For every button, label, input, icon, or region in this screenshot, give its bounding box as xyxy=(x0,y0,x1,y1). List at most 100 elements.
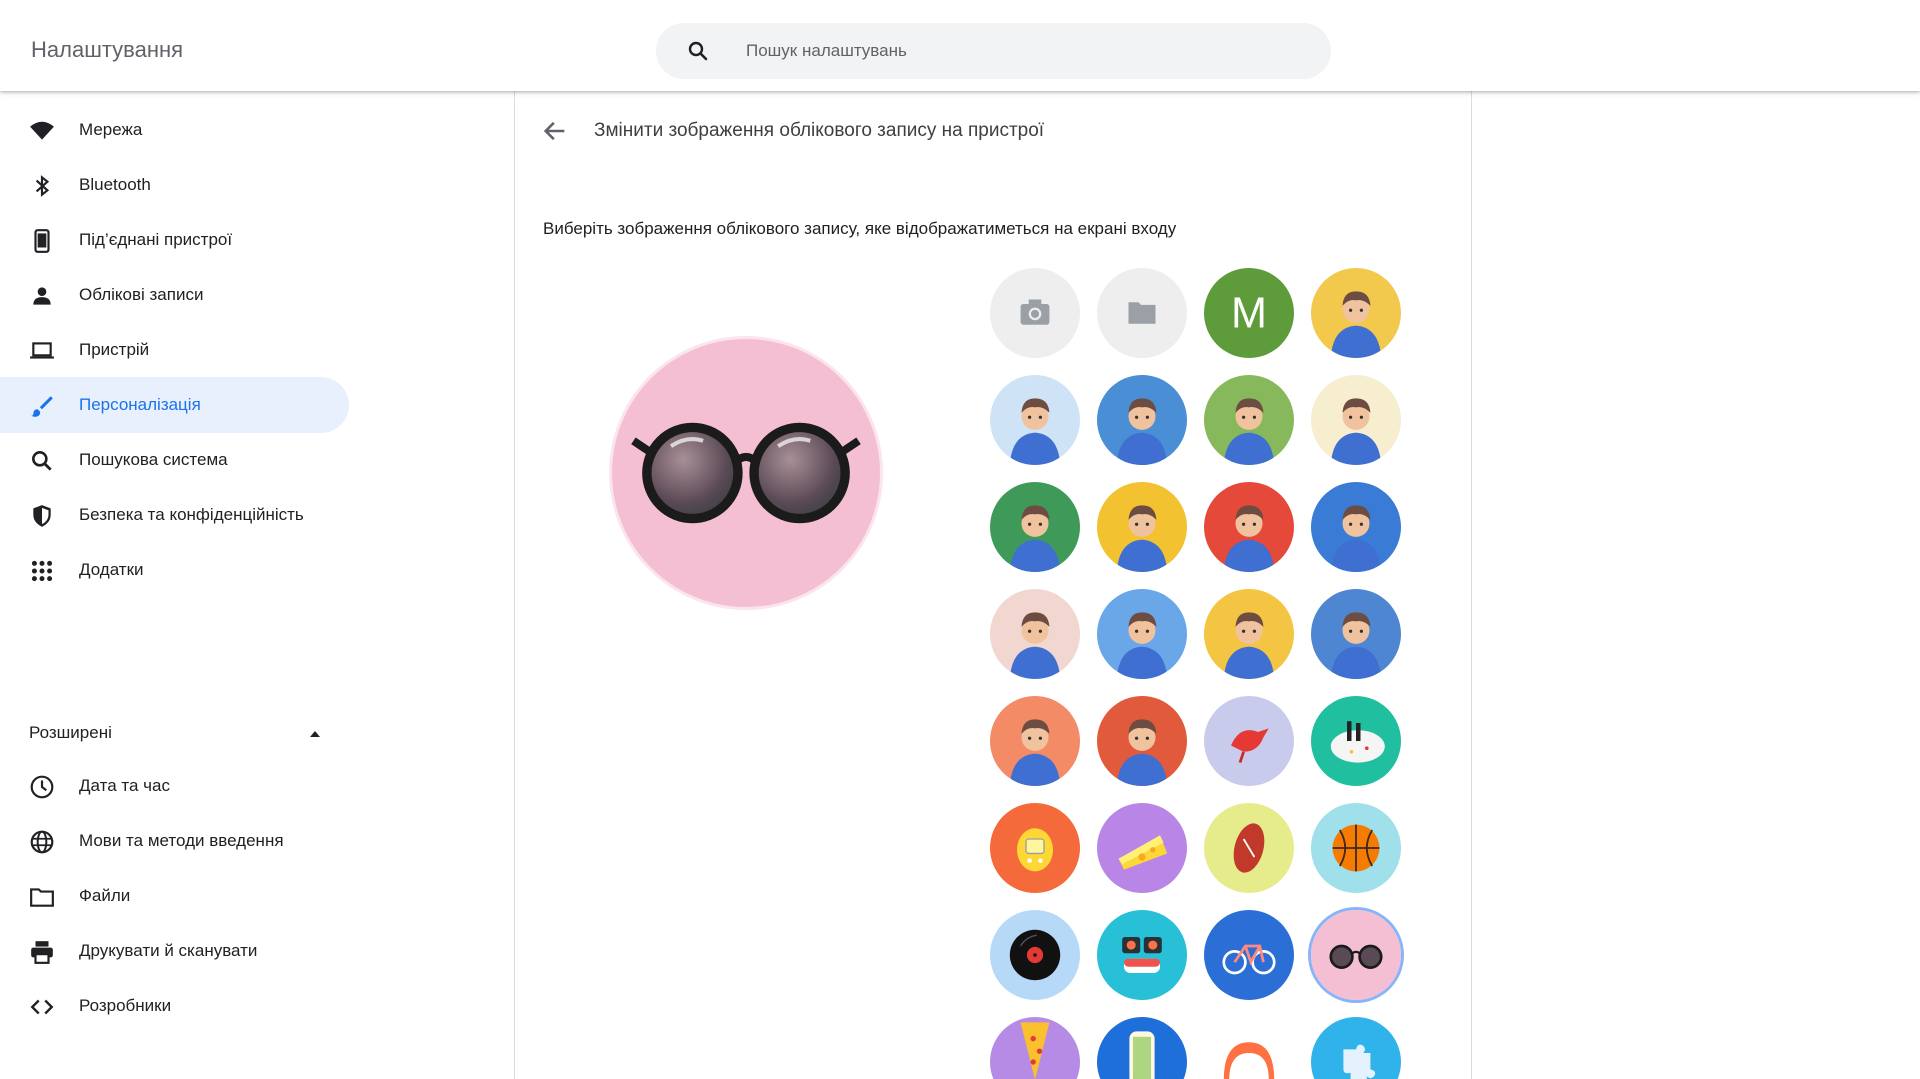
illustration-11-image xyxy=(1097,589,1187,679)
sidebar-item-device[interactable]: Пристрій xyxy=(0,322,349,378)
illustration-1-image xyxy=(1311,268,1401,358)
football-image xyxy=(1204,803,1294,893)
avatar-option-illustration-1[interactable] xyxy=(1311,268,1401,358)
brush-icon xyxy=(31,396,53,417)
illustration-4-image xyxy=(1204,375,1294,465)
avatar-option-illustration-14[interactable] xyxy=(990,696,1080,786)
avatar-option-illustration-8[interactable] xyxy=(1204,482,1294,572)
avatar-option-illustration-12[interactable] xyxy=(1204,589,1294,679)
avatar-option-illustration-3[interactable] xyxy=(1097,375,1187,465)
sidebar-item-files[interactable]: Файли xyxy=(0,868,349,924)
page-description: Виберіть зображення облікового запису, я… xyxy=(543,219,1177,238)
avatar-option-illustration-5[interactable] xyxy=(1311,375,1401,465)
sidebar-item-label: Пристрій xyxy=(79,340,150,359)
avatar-option-football[interactable] xyxy=(1204,803,1294,893)
sidebar-item-network[interactable]: Мережа xyxy=(0,102,349,158)
bird-image xyxy=(1204,696,1294,786)
sandwich-image xyxy=(1097,1017,1187,1079)
pizza-image xyxy=(990,1017,1080,1079)
avatar-option-illustration-2[interactable] xyxy=(990,375,1080,465)
sidebar-item-label: Дата та час xyxy=(79,776,170,795)
avatar-option-illustration-10[interactable] xyxy=(990,589,1080,679)
sidebar-item-languages[interactable]: Мови та методи введення xyxy=(0,813,349,869)
illustration-8-image xyxy=(1204,482,1294,572)
sidebar-item-label: Безпека та конфіденційність xyxy=(79,505,304,524)
sidebar-item-label: Файли xyxy=(79,886,131,905)
avatar-option-pizza[interactable] xyxy=(990,1017,1080,1079)
wifi-icon xyxy=(30,121,54,140)
bicycle-image xyxy=(1204,910,1294,1000)
sidebar-item-accounts[interactable]: Облікові записи xyxy=(0,267,349,323)
sidebar-item-label: Персоналізація xyxy=(79,395,201,414)
sushi-image xyxy=(1097,910,1187,1000)
illustration-7-image xyxy=(1097,482,1187,572)
person-icon xyxy=(33,287,51,305)
folder-icon xyxy=(30,888,54,907)
sunglasses-image xyxy=(1311,910,1401,1000)
sidebar-item-connected-devices[interactable]: Під’єднані пристрої xyxy=(0,212,349,268)
top-bar: Налаштування xyxy=(0,0,1920,91)
sidebar-item-search-engine[interactable]: Пошукова система xyxy=(0,432,349,488)
sidebar-item-label: Додатки xyxy=(79,560,144,579)
avatar-option-sandwich[interactable] xyxy=(1097,1017,1187,1079)
sidebar-item-print-scan[interactable]: Друкувати й сканувати xyxy=(0,923,349,979)
sidebar-item-date-time[interactable]: Дата та час xyxy=(0,758,349,814)
svg-text:M: M xyxy=(1231,289,1267,337)
app-title: Налаштування xyxy=(31,37,184,62)
illustration-10-image xyxy=(990,589,1080,679)
search-icon xyxy=(32,451,52,471)
shield-icon xyxy=(33,505,51,527)
avatar-option-sushi[interactable] xyxy=(1097,910,1187,1000)
camera-icon xyxy=(990,268,1080,358)
avatar-option-vinyl[interactable] xyxy=(990,910,1080,1000)
sidebar-item-label: Пошукова система xyxy=(79,450,228,469)
avatar-option-sunglasses[interactable] xyxy=(1311,910,1401,1000)
printer-icon xyxy=(31,941,53,964)
avatar-option-bicycle[interactable] xyxy=(1204,910,1294,1000)
clock-icon xyxy=(30,775,54,799)
avatar-option-illustration-11[interactable] xyxy=(1097,589,1187,679)
content-left-border xyxy=(514,91,515,1079)
avatar-option-watermelon[interactable] xyxy=(1204,1017,1294,1079)
search-icon xyxy=(688,41,708,61)
collapse-arrow-icon[interactable] xyxy=(306,725,324,743)
sidebar-item-apps[interactable]: Додатки xyxy=(0,542,349,598)
sidebar-item-security[interactable]: Безпека та конфіденційність xyxy=(0,487,349,543)
avatar-option-file-option[interactable] xyxy=(1097,268,1187,358)
avatar-option-illustration-15[interactable] xyxy=(1097,696,1187,786)
tamagotchi-image xyxy=(990,803,1080,893)
advanced-section-header[interactable]: Розширені xyxy=(29,723,112,743)
sidebar-item-label: Bluetooth xyxy=(79,175,151,194)
illustration-5-image xyxy=(1311,375,1401,465)
avatar-option-cheese[interactable] xyxy=(1097,803,1187,893)
sidebar-item-bluetooth[interactable]: Bluetooth xyxy=(0,157,349,213)
page-title: Змінити зображення облікового запису на … xyxy=(594,120,1045,141)
code-icon xyxy=(30,999,54,1015)
avatar-option-basketball[interactable] xyxy=(1311,803,1401,893)
illustration-9-image xyxy=(1311,482,1401,572)
cheese-image xyxy=(1097,803,1187,893)
back-arrow-icon[interactable] xyxy=(541,117,569,145)
laptop-icon xyxy=(30,342,54,359)
avatar-option-illustration-9[interactable] xyxy=(1311,482,1401,572)
illustration-14-image xyxy=(990,696,1080,786)
sidebar-item-personalization[interactable]: Персоналізація xyxy=(0,377,349,433)
avatar-option-illustration-13[interactable] xyxy=(1311,589,1401,679)
sidebar-item-developers[interactable]: Розробники xyxy=(0,978,349,1034)
search-input[interactable] xyxy=(746,35,1306,67)
avatar-option-camera-option[interactable] xyxy=(990,268,1080,358)
globe-icon xyxy=(30,830,54,854)
avatar-option-illustration-4[interactable] xyxy=(1204,375,1294,465)
illustration-2-image xyxy=(990,375,1080,465)
illustration-3-image xyxy=(1097,375,1187,465)
avatar-option-bird[interactable] xyxy=(1204,696,1294,786)
avatar-option-initial-avatar[interactable]: M xyxy=(1204,268,1294,358)
search-box[interactable] xyxy=(656,23,1331,79)
vinyl-image xyxy=(990,910,1080,1000)
content-right-border xyxy=(1471,91,1472,1079)
avatar-option-illustration-6[interactable] xyxy=(990,482,1080,572)
avatar-option-illustration-7[interactable] xyxy=(1097,482,1187,572)
avatar-option-puzzle[interactable] xyxy=(1311,1017,1401,1079)
avatar-option-tamagotchi[interactable] xyxy=(990,803,1080,893)
avatar-option-cake[interactable] xyxy=(1311,696,1401,786)
